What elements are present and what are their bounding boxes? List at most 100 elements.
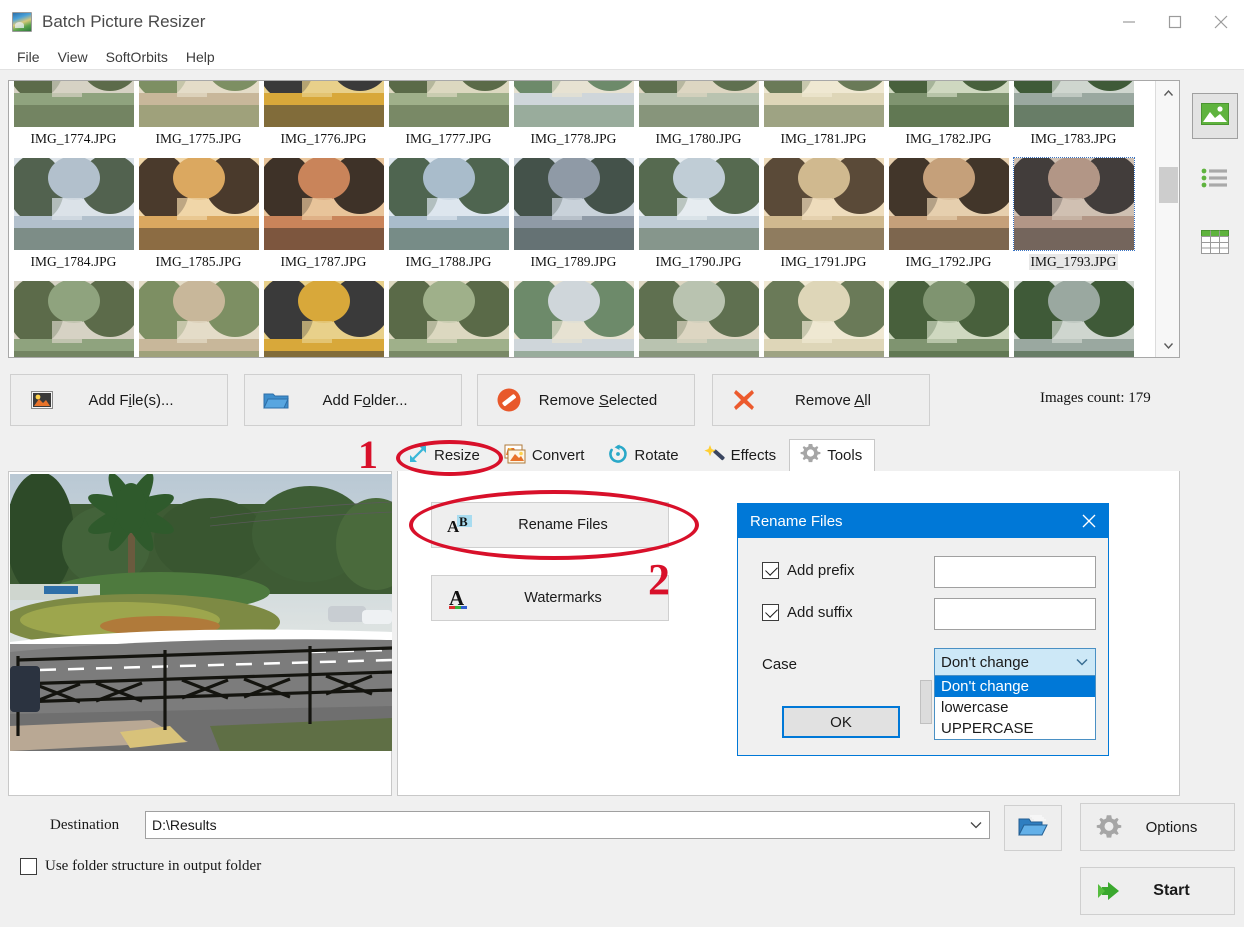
add-prefix-row[interactable]: Add prefix xyxy=(762,562,855,579)
chevron-down-icon[interactable] xyxy=(969,817,983,833)
thumbnail-image[interactable] xyxy=(388,158,509,250)
thumbnail-image[interactable] xyxy=(888,81,1009,127)
details-view-button[interactable] xyxy=(1192,221,1238,267)
thumbnail-cell[interactable]: IMG_1777.JPG xyxy=(386,81,511,156)
thumbnail-image[interactable] xyxy=(763,81,884,127)
tab-rotate[interactable]: Rotate xyxy=(597,439,691,471)
thumbnail-scrollbar[interactable] xyxy=(1155,81,1179,357)
case-dropdown[interactable]: Don't change xyxy=(934,648,1096,676)
thumbnail-cell[interactable]: IMG_1797.JPG xyxy=(386,279,511,357)
thumbnail-cell[interactable]: IMG_1803.JPG xyxy=(1011,279,1136,357)
thumbnail-image[interactable] xyxy=(263,158,384,250)
thumbnail-cell[interactable]: IMG_1784.JPG xyxy=(11,156,136,279)
thumbnail-cell[interactable]: IMG_1800.JPG xyxy=(636,279,761,357)
thumbnail-view-button[interactable] xyxy=(1192,93,1238,139)
thumbnail-cell[interactable]: IMG_1802.JPG xyxy=(886,279,1011,357)
tab-convert[interactable]: Convert xyxy=(493,439,598,471)
thumbnail-image[interactable] xyxy=(763,158,884,250)
thumbnail-cell[interactable]: IMG_1783.JPG xyxy=(1011,81,1136,156)
close-icon[interactable] xyxy=(1078,511,1100,531)
case-dropdown-list[interactable]: Don't change lowercase UPPERCASE xyxy=(934,676,1096,740)
menu-item-file[interactable]: File xyxy=(8,47,49,67)
thumbnail-image[interactable] xyxy=(1013,281,1134,357)
tab-effects[interactable]: Effects xyxy=(692,439,790,471)
thumbnail-image[interactable] xyxy=(638,158,759,250)
watermarks-button[interactable]: A Watermarks xyxy=(431,575,669,621)
thumbnail-image[interactable] xyxy=(638,281,759,357)
add-suffix-checkbox[interactable] xyxy=(762,604,779,621)
add-suffix-row[interactable]: Add suffix xyxy=(762,604,853,621)
ok-button[interactable]: OK xyxy=(782,706,900,738)
thumbnail-cell[interactable]: IMG_1788.JPG xyxy=(386,156,511,279)
thumbnail-image[interactable] xyxy=(263,81,384,127)
thumbnail-image[interactable] xyxy=(888,158,1009,250)
thumbnail-image[interactable] xyxy=(1012,157,1135,251)
list-view-button[interactable] xyxy=(1192,157,1238,203)
use-folder-structure-row[interactable]: Use folder structure in output folder xyxy=(20,858,261,875)
destination-input[interactable]: D:\Results xyxy=(145,811,990,839)
thumbnail-cell[interactable]: IMG_1798.JPG xyxy=(511,279,636,357)
case-option-lowercase[interactable]: lowercase xyxy=(935,697,1095,718)
use-folder-structure-checkbox[interactable] xyxy=(20,858,37,875)
thumbnail-image[interactable] xyxy=(13,281,134,357)
thumbnail-cell[interactable]: IMG_1780.JPG xyxy=(636,81,761,156)
thumbnail-cell[interactable]: IMG_1796.JPG xyxy=(261,279,386,357)
thumbnail-image[interactable] xyxy=(138,158,259,250)
thumbnail-image[interactable] xyxy=(13,158,134,250)
maximize-icon[interactable] xyxy=(1152,0,1198,44)
remove-selected-button[interactable]: Remove Selected xyxy=(477,374,695,426)
thumbnail-cell[interactable]: IMG_1793.JPG xyxy=(1011,156,1136,279)
menu-item-help[interactable]: Help xyxy=(177,47,224,67)
thumbnail-cell[interactable]: IMG_1774.JPG xyxy=(11,81,136,156)
add-prefix-checkbox[interactable] xyxy=(762,562,779,579)
remove-all-button[interactable]: Remove All xyxy=(712,374,930,426)
chevron-down-icon[interactable] xyxy=(1156,333,1179,357)
options-button[interactable]: Options xyxy=(1080,803,1235,851)
thumbnail-image[interactable] xyxy=(638,81,759,127)
thumbnail-image[interactable] xyxy=(763,281,884,357)
thumbnail-image[interactable] xyxy=(263,281,384,357)
add-folder-button[interactable]: Add Folder... xyxy=(244,374,462,426)
thumbnail-image[interactable] xyxy=(513,158,634,250)
tab-resize[interactable]: Resize xyxy=(397,439,493,471)
tab-tools[interactable]: Tools xyxy=(789,439,876,472)
thumbnail-cell[interactable]: IMG_1776.JPG xyxy=(261,81,386,156)
thumbnail-cell[interactable]: IMG_1791.JPG xyxy=(761,156,886,279)
thumbnail-cell[interactable]: IMG_1778.JPG xyxy=(511,81,636,156)
thumbnail-image[interactable] xyxy=(1013,81,1134,127)
thumbnail-cell[interactable]: IMG_1790.JPG xyxy=(636,156,761,279)
case-option-dont-change[interactable]: Don't change xyxy=(935,676,1095,697)
thumbnail-image[interactable] xyxy=(513,281,634,357)
thumbnail-cell[interactable]: IMG_1782.JPG xyxy=(886,81,1011,156)
close-icon[interactable] xyxy=(1198,0,1244,44)
thumbnail-list[interactable]: IMG_1774.JPG IMG_1775.JPG IMG_1776.JPG IMG_… xyxy=(8,80,1180,358)
thumbnail-cell[interactable]: IMG_1781.JPG xyxy=(761,81,886,156)
thumbnail-image[interactable] xyxy=(138,81,259,127)
thumbnail-cell[interactable]: IMG_1795.JPG xyxy=(136,279,261,357)
dropdown-scrollbar[interactable] xyxy=(920,680,932,724)
thumbnail-cell[interactable]: IMG_1787.JPG xyxy=(261,156,386,279)
thumbnail-cell[interactable]: IMG_1801.JPG xyxy=(761,279,886,357)
chevron-up-icon[interactable] xyxy=(1156,81,1179,105)
thumbnail-image[interactable] xyxy=(138,281,259,357)
thumbnail-image[interactable] xyxy=(888,281,1009,357)
thumbnail-image[interactable] xyxy=(513,81,634,127)
browse-folder-button[interactable] xyxy=(1004,805,1062,851)
add-files-button[interactable]: Add File(s)... xyxy=(10,374,228,426)
case-option-uppercase[interactable]: UPPERCASE xyxy=(935,718,1095,739)
thumbnail-image[interactable] xyxy=(388,81,509,127)
minimize-icon[interactable] xyxy=(1106,0,1152,44)
thumbnail-cell[interactable]: IMG_1785.JPG xyxy=(136,156,261,279)
thumbnail-image[interactable] xyxy=(13,81,134,127)
thumbnail-image[interactable] xyxy=(388,281,509,357)
menu-item-view[interactable]: View xyxy=(49,47,97,67)
menu-item-softorbits[interactable]: SoftOrbits xyxy=(97,47,177,67)
start-button[interactable]: Start xyxy=(1080,867,1235,915)
prefix-input[interactable] xyxy=(934,556,1096,588)
rename-files-button[interactable]: A B Rename Files xyxy=(431,502,669,548)
thumbnail-cell[interactable]: IMG_1789.JPG xyxy=(511,156,636,279)
thumbnail-cell[interactable]: IMG_1794.JPG xyxy=(11,279,136,357)
thumbnail-cell[interactable]: IMG_1792.JPG xyxy=(886,156,1011,279)
suffix-input[interactable] xyxy=(934,598,1096,630)
thumbnail-cell[interactable]: IMG_1775.JPG xyxy=(136,81,261,156)
